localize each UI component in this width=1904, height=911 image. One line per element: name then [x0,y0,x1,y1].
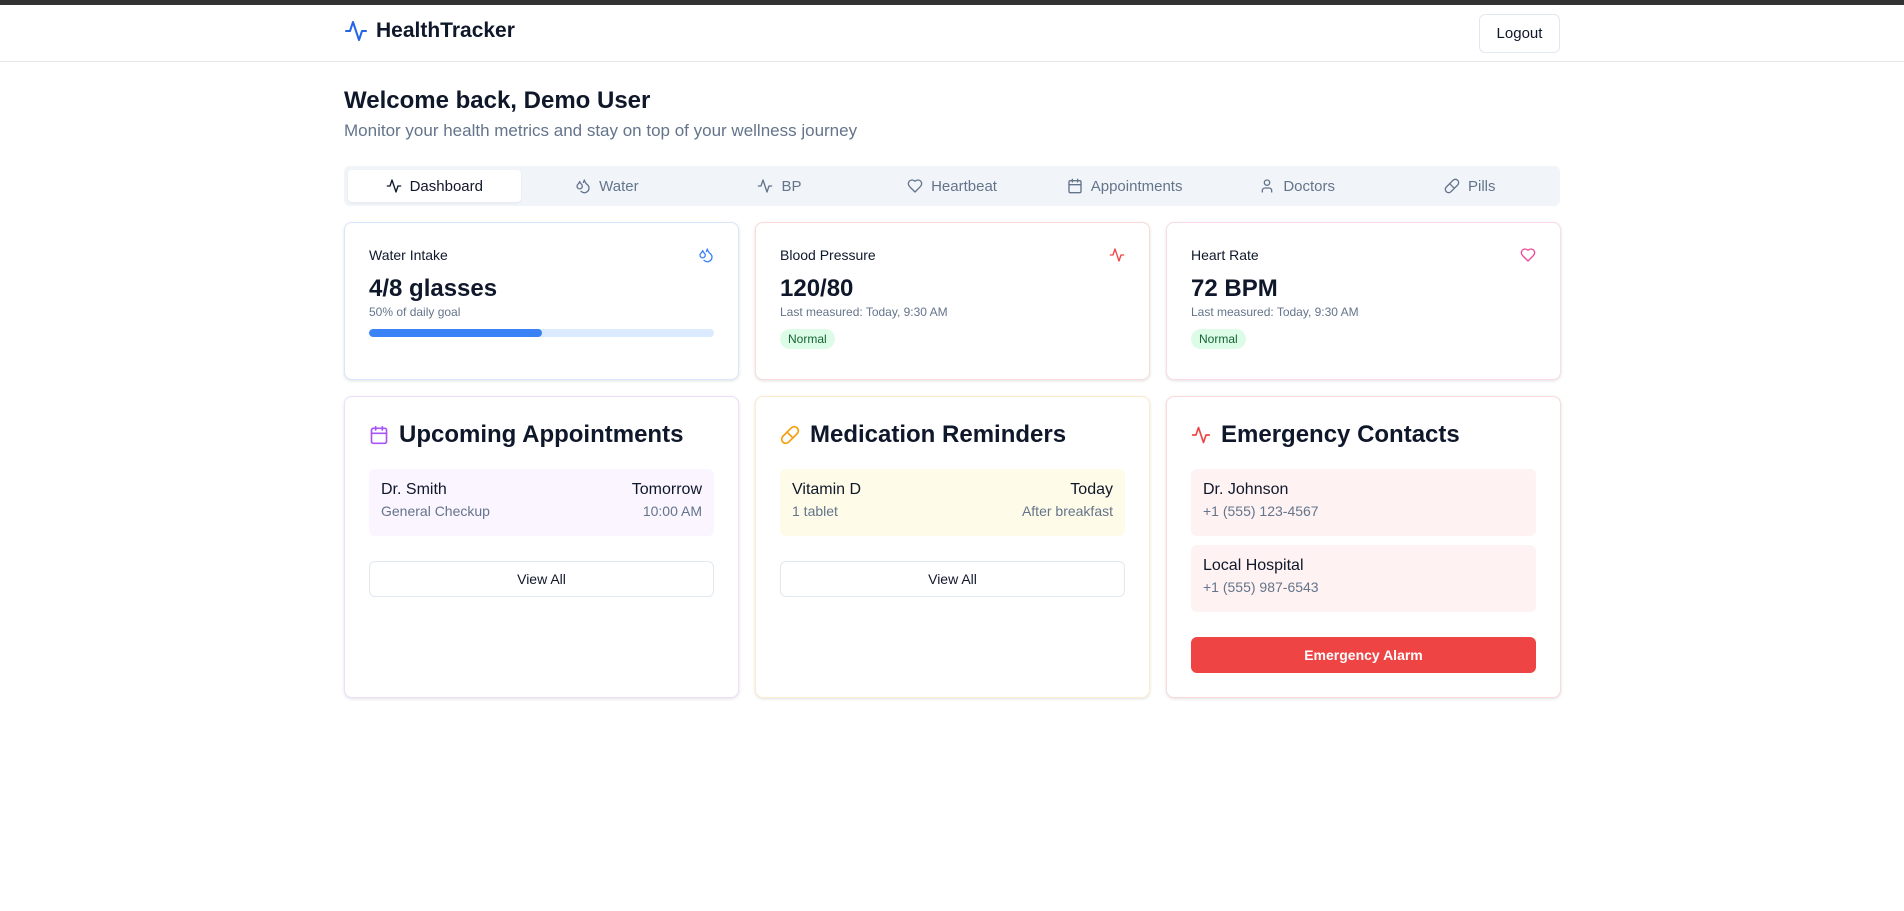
emergency-contacts-panel: Emergency Contacts Dr. Johnson +1 (555) … [1166,396,1561,698]
view-all-medications-button[interactable]: View All [780,561,1125,597]
metric-subtext: Last measured: Today, 9:30 AM [1191,305,1359,319]
activity-icon [1191,426,1211,444]
app-name: HealthTracker [376,19,515,42]
tab-label: BP [781,177,802,195]
contact-name: Local Hospital [1203,557,1304,574]
metric-value: 72 BPM [1191,275,1278,302]
status-badge: Normal [780,329,835,349]
emergency-alarm-button[interactable]: Emergency Alarm [1191,637,1536,673]
contact-phone: +1 (555) 123-4567 [1203,503,1319,519]
pill-icon [1444,178,1460,194]
heart-rate-card: Heart Rate 72 BPM Last measured: Today, … [1166,222,1561,380]
contact-item[interactable]: Local Hospital +1 (555) 987-6543 [1191,545,1536,612]
panel-title: Upcoming Appointments [399,421,684,448]
medication-timing: After breakfast [1021,503,1113,519]
calendar-icon [1068,178,1082,194]
tab-dashboard[interactable]: Dashboard [348,170,521,202]
metric-label: Blood Pressure [780,247,876,263]
medication-dose: 1 tablet [792,503,838,519]
heart-icon [907,179,923,193]
water-progress-bar [369,329,714,337]
metric-label: Water Intake [369,247,448,263]
tab-label: Water [599,177,639,195]
metric-label: Heart Rate [1191,247,1259,263]
appointment-item[interactable]: Dr. Smith General Checkup Tomorrow 10:00… [369,469,714,536]
panel-title: Emergency Contacts [1221,421,1460,448]
tab-label: Pills [1468,177,1496,195]
tab-pills[interactable]: Pills [1383,170,1556,202]
appointment-type: General Checkup [381,503,490,519]
metric-value: 4/8 glasses [369,275,498,302]
activity-icon [386,179,401,193]
metric-subtext: Last measured: Today, 9:30 AM [780,305,948,319]
activity-icon [758,179,773,193]
pill-icon [780,425,800,445]
tab-doctors[interactable]: Doctors [1211,170,1384,202]
calendar-icon [370,425,388,445]
activity-icon [345,21,367,41]
blood-pressure-card: Blood Pressure 120/80 Last measured: Tod… [755,222,1150,380]
tab-heartbeat[interactable]: Heartbeat [866,170,1039,202]
page-subtitle: Monitor your health metrics and stay on … [344,121,858,140]
panel-title: Medication Reminders [810,421,1067,448]
tab-bar: Dashboard Water BP Heartbeat Appointment… [344,166,1560,206]
heart-icon [1520,248,1536,262]
tab-appointments[interactable]: Appointments [1038,170,1211,202]
tab-label: Appointments [1090,177,1183,195]
medication-panel: Medication Reminders Vitamin D 1 tablet … [755,396,1150,698]
view-all-appointments-button[interactable]: View All [369,561,714,597]
metric-value: 120/80 [780,275,854,302]
user-icon [1261,179,1273,193]
activity-icon [1109,248,1125,262]
tab-label: Heartbeat [931,177,997,195]
contact-item[interactable]: Dr. Johnson +1 (555) 123-4567 [1191,469,1536,536]
medication-day: Today [1070,481,1113,498]
medication-item[interactable]: Vitamin D 1 tablet Today After breakfast [780,469,1125,536]
brand[interactable]: HealthTracker [344,19,515,43]
water-progress-fill [369,329,542,337]
appointments-panel: Upcoming Appointments Dr. Smith General … [344,396,739,698]
contact-name: Dr. Johnson [1203,481,1289,498]
tab-label: Dashboard [409,177,483,195]
droplets-icon [699,248,713,263]
appointment-day: Tomorrow [631,481,702,498]
contact-phone: +1 (555) 987-6543 [1203,579,1319,595]
doctor-name: Dr. Smith [381,481,447,498]
water-intake-card: Water Intake 4/8 glasses 50% of daily go… [344,222,739,380]
droplets-icon [576,179,590,194]
appointment-time: 10:00 AM [642,503,702,519]
tab-water[interactable]: Water [521,170,694,202]
app-header: HealthTracker Logout [0,5,1904,62]
tab-bp[interactable]: BP [693,170,866,202]
page-title: Welcome back, Demo User [344,87,651,114]
medication-name: Vitamin D [792,481,862,498]
logout-button[interactable]: Logout [1479,14,1560,53]
status-badge: Normal [1191,329,1246,349]
metric-subtext: 50% of daily goal [369,305,461,319]
tab-label: Doctors [1283,177,1336,195]
